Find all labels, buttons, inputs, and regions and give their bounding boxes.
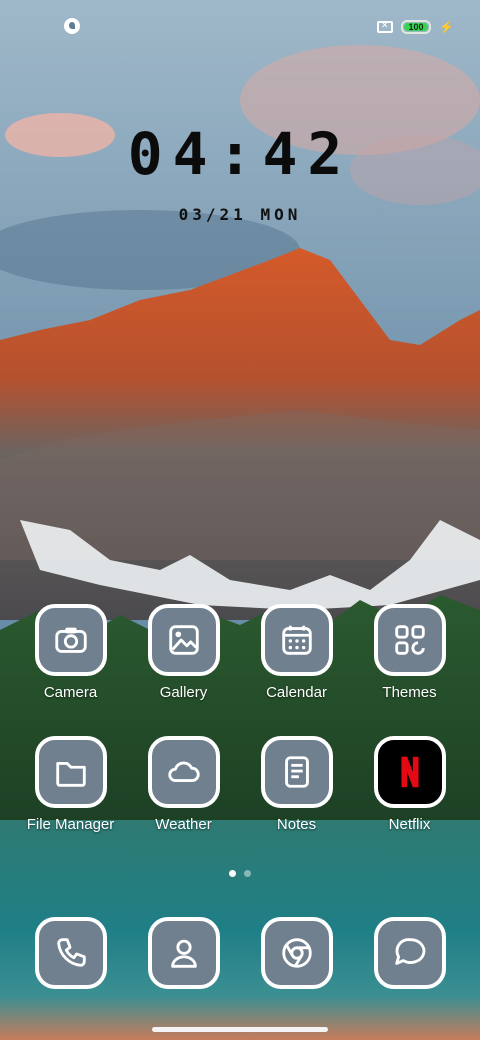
app-label: Themes: [382, 684, 437, 701]
phone-icon[interactable]: [34, 917, 107, 989]
notes-icon[interactable]: [260, 736, 333, 808]
dock-contacts[interactable]: [127, 917, 240, 1037]
app-weather[interactable]: Weather: [127, 736, 240, 856]
chrome-icon[interactable]: [260, 917, 333, 989]
chat-bubble-icon: [64, 18, 80, 34]
netflix-icon[interactable]: [373, 736, 446, 808]
battery-icon: 100: [401, 20, 432, 34]
dock-messages[interactable]: [353, 917, 466, 1037]
gallery-icon[interactable]: [147, 604, 220, 676]
app-themes[interactable]: Themes: [353, 604, 466, 724]
app-gallery[interactable]: Gallery: [127, 604, 240, 724]
folder-icon[interactable]: [34, 736, 107, 808]
sim-disabled-icon: [377, 20, 394, 33]
contacts-icon[interactable]: [147, 917, 220, 989]
app-calendar[interactable]: Calendar: [240, 604, 353, 724]
dock-chrome[interactable]: [240, 917, 353, 1037]
app-netflix[interactable]: Netflix: [353, 736, 466, 856]
themes-icon[interactable]: [373, 604, 446, 676]
page-dot: [244, 870, 251, 877]
app-file-manager[interactable]: File Manager: [14, 736, 127, 856]
messages-icon[interactable]: [373, 917, 446, 989]
app-label: Calendar: [266, 684, 327, 701]
status-bar: 100 ⚡: [0, 0, 480, 56]
page-indicator: [0, 870, 480, 877]
dock-phone[interactable]: [14, 917, 127, 1037]
home-indicator[interactable]: [152, 1027, 328, 1032]
battery-level: 100: [408, 22, 424, 32]
app-notes[interactable]: Notes: [240, 736, 353, 856]
app-label: Weather: [155, 816, 212, 833]
clock-date[interactable]: 03/21 MON: [0, 205, 480, 224]
app-camera[interactable]: Camera: [14, 604, 127, 724]
app-label: Netflix: [388, 816, 431, 833]
app-label: Gallery: [159, 684, 208, 701]
camera-icon[interactable]: [34, 604, 107, 676]
app-label: Notes: [276, 816, 317, 833]
app-label: File Manager: [26, 816, 115, 833]
bolt-icon: ⚡: [439, 20, 454, 34]
clock-time[interactable]: 04:42: [0, 120, 480, 188]
page-dot-active: [229, 870, 236, 877]
calendar-icon[interactable]: [260, 604, 333, 676]
app-label: Camera: [43, 684, 98, 701]
cloud-icon[interactable]: [147, 736, 220, 808]
